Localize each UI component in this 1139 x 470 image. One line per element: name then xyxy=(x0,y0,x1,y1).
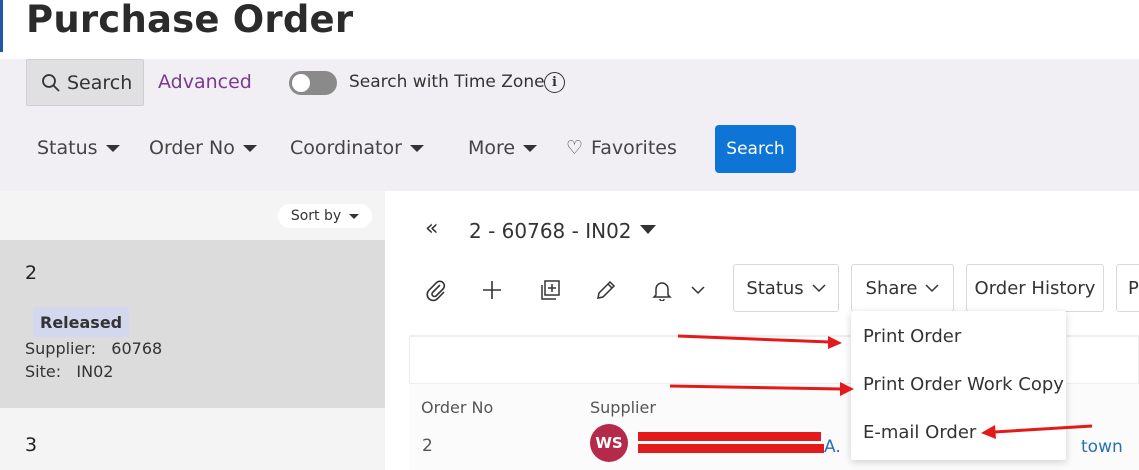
annotation-arrow xyxy=(669,382,854,396)
annotation-arrow xyxy=(981,424,1093,439)
annotation-arrow xyxy=(677,334,842,349)
annotation-arrows xyxy=(669,334,1093,439)
